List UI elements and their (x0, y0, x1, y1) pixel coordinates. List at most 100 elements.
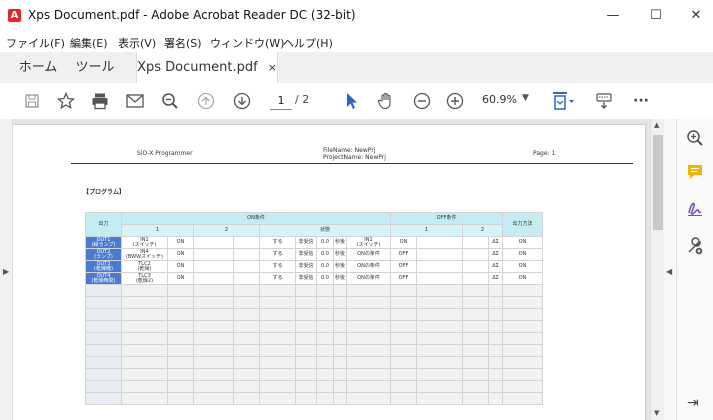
tab-document[interactable]: Xps Document.pdf × (136, 52, 278, 84)
table-row (85, 308, 543, 321)
state-after (333, 320, 347, 333)
state-do (259, 392, 296, 405)
state-receive (295, 320, 317, 333)
expand-panel-icon[interactable]: ⇥ (687, 395, 699, 411)
on-cond-1-value (167, 308, 194, 321)
output-method: ON (502, 248, 543, 261)
off-cond-2 (416, 356, 463, 369)
state-time: 0.0 (316, 260, 334, 273)
expand-left-icon[interactable]: ▶ (3, 267, 9, 276)
off-cond-1-value (390, 296, 417, 309)
output-cell (85, 296, 122, 309)
output-cell: OUT3 (乾燥機) (85, 260, 122, 273)
sign-icon[interactable] (686, 199, 704, 221)
collapse-right-icon[interactable]: ◀ (666, 267, 672, 276)
menu-edit[interactable]: 編集(E) (70, 35, 108, 51)
output-method (502, 308, 543, 321)
output-cell (85, 356, 122, 369)
right-panel-toggle[interactable]: ◀ (664, 119, 676, 420)
page-number-input[interactable]: 1 (270, 92, 292, 110)
off-cond-2 (416, 320, 463, 333)
state-receive (295, 344, 317, 357)
on-cond-1-value: ON (167, 260, 194, 273)
tab-close-button[interactable]: × (268, 61, 277, 74)
on-cond-2 (193, 236, 234, 249)
off-cond-1-value (390, 356, 417, 369)
on-cond-2-value (233, 296, 260, 309)
state-receive: 非受信 (295, 236, 317, 249)
zoom-in-icon[interactable] (441, 83, 469, 119)
on-cond-1 (121, 356, 168, 369)
off-cond-2 (416, 236, 463, 249)
tab-home[interactable]: ホーム (14, 52, 62, 83)
on-cond-2 (193, 272, 234, 285)
state-do: する (259, 272, 296, 285)
off-cond-1-value (390, 332, 417, 345)
on-cond-1-value (167, 380, 194, 393)
menu-file[interactable]: ファイル(F) (6, 35, 65, 51)
method-mark: ΔΣ (488, 236, 503, 249)
off-cond-1-value: OFF (390, 248, 417, 261)
state-after: 秒後 (333, 260, 347, 273)
off-cond-1-value: OFF (390, 272, 417, 285)
on-cond-1 (121, 296, 168, 309)
print-icon[interactable] (86, 83, 114, 119)
sub-on-state: 状態 (259, 224, 391, 237)
scroll-down-icon[interactable]: ▼ (654, 409, 659, 417)
menu-sign[interactable]: 署名(S) (164, 35, 202, 51)
state-do (259, 308, 296, 321)
on-cond-1-value (167, 392, 194, 405)
zoom-search-icon[interactable] (156, 83, 184, 119)
left-panel-toggle[interactable]: ▶ (0, 119, 13, 420)
comment-icon[interactable] (686, 163, 704, 185)
menu-window[interactable]: ウィンドウ(W) (210, 35, 284, 51)
state-after: 秒後 (333, 248, 347, 261)
document-viewport[interactable]: SiO-X Programmer FileName: NewPrj Projec… (13, 119, 650, 420)
zoom-level[interactable]: 60.9% (482, 93, 517, 106)
close-button[interactable]: ✕ (676, 0, 713, 32)
zoom-dropdown-icon[interactable]: ▼ (522, 93, 529, 103)
select-arrow-icon[interactable] (340, 83, 364, 119)
tab-tools[interactable]: ツール (70, 52, 120, 83)
keyboard-icon[interactable] (590, 83, 618, 119)
output-cell: OUT2 (ランプ) (85, 248, 122, 261)
minimize-button[interactable]: — (593, 0, 633, 32)
vertical-scrollbar[interactable]: ▲ ▼ (650, 119, 665, 420)
state-do (259, 332, 296, 345)
state-after (333, 344, 347, 357)
state-time: 0.0 (316, 236, 334, 249)
on-cond-2 (193, 296, 234, 309)
page-up-icon[interactable] (192, 83, 220, 119)
method-mark (488, 392, 503, 405)
maximize-button[interactable]: ☐ (636, 0, 676, 32)
off-cond-1-value (390, 380, 417, 393)
tools-add-icon[interactable] (686, 237, 704, 259)
off-cond-1 (346, 332, 391, 345)
menu-view[interactable]: 表示(V) (118, 35, 156, 51)
save-icon[interactable] (18, 83, 46, 119)
state-time (316, 296, 334, 309)
off-cond-1: ONの条件 (346, 248, 391, 261)
state-receive (295, 332, 317, 345)
table-row (85, 368, 543, 381)
zoom-out-icon[interactable] (408, 83, 436, 119)
scroll-up-icon[interactable]: ▲ (654, 121, 659, 129)
on-cond-2 (193, 284, 234, 297)
state-after (333, 296, 347, 309)
off-cond-2 (416, 296, 463, 309)
off-cond-1: IN1 (スイッチ) (346, 236, 391, 249)
fit-page-icon[interactable] (549, 83, 579, 119)
state-after (333, 332, 347, 345)
email-icon[interactable] (121, 83, 149, 119)
more-options-button[interactable]: ··· (628, 83, 654, 119)
bookmark-star-icon[interactable] (52, 83, 80, 119)
hand-icon[interactable] (372, 83, 400, 119)
state-do (259, 284, 296, 297)
scrollbar-thumb[interactable] (653, 135, 663, 230)
output-method: ON (502, 272, 543, 285)
page-down-icon[interactable] (228, 83, 256, 119)
zoom-panel-icon[interactable] (686, 129, 704, 151)
menu-help[interactable]: ヘルプ(H) (283, 35, 333, 51)
off-cond-1-value: ON (390, 236, 417, 249)
output-method (502, 344, 543, 357)
